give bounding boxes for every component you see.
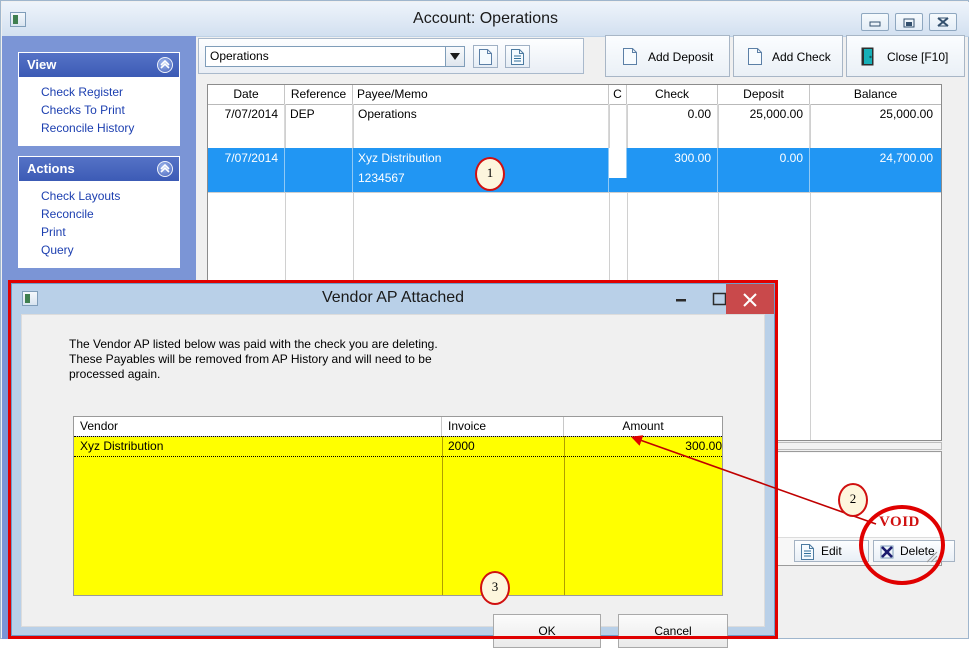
cell-balance: 25,000.00 bbox=[879, 107, 933, 121]
column-header-deposit[interactable]: Deposit bbox=[718, 85, 810, 104]
cell-c bbox=[609, 104, 627, 148]
ok-button[interactable]: OK bbox=[493, 614, 601, 648]
add-deposit-label: Add Deposit bbox=[648, 50, 714, 64]
vendor-ap-grid[interactable]: Vendor Invoice Amount Xyz Distribution 2… bbox=[73, 416, 723, 596]
edit-document-icon bbox=[801, 544, 814, 563]
dialog-message-line-2: These Payables will be removed from AP H… bbox=[69, 352, 432, 366]
close-f10-button[interactable]: Close [F10] bbox=[846, 35, 965, 77]
exit-door-icon bbox=[861, 47, 876, 69]
sidebar-panel-actions: Actions Check Layouts Reconcile Print Qu… bbox=[18, 156, 180, 268]
cancel-button[interactable]: Cancel bbox=[618, 614, 728, 648]
column-header-amount[interactable]: Amount bbox=[564, 417, 722, 436]
sidebar-item-checks-to-print[interactable]: Checks To Print bbox=[19, 101, 179, 119]
cell-reference bbox=[285, 148, 353, 192]
column-header-check[interactable]: Check bbox=[627, 85, 718, 104]
cell-balance: 24,700.00 bbox=[879, 151, 933, 165]
cell-c bbox=[609, 148, 627, 178]
column-header-vendor[interactable]: Vendor bbox=[74, 417, 442, 436]
void-annotation-label: VOID bbox=[879, 514, 920, 530]
maximize-icon[interactable] bbox=[895, 13, 923, 31]
main-window-titlebar: Account: Operations bbox=[2, 2, 969, 37]
new-document-icon[interactable] bbox=[473, 45, 498, 68]
add-check-button[interactable]: Add Check bbox=[733, 35, 843, 77]
sidebar-panel-view-body: Check Register Checks To Print Reconcile… bbox=[19, 77, 179, 145]
dialog-body: The Vendor AP listed below was paid with… bbox=[21, 314, 765, 648]
document-icon bbox=[623, 48, 637, 68]
column-header-c[interactable]: C bbox=[609, 85, 627, 104]
callout-2: 2 bbox=[838, 483, 868, 517]
table-row[interactable]: 7/07/2014 DEP Operations 0.00 25,000.00 … bbox=[208, 104, 941, 148]
minimize-icon[interactable] bbox=[861, 13, 889, 31]
dialog-message-line-3: processed again. bbox=[69, 367, 161, 381]
cell-date: 7/07/2014 bbox=[208, 148, 285, 192]
column-header-payee-memo[interactable]: Payee/Memo bbox=[353, 85, 609, 104]
document-icon bbox=[748, 48, 762, 68]
column-header-invoice[interactable]: Invoice bbox=[442, 417, 564, 436]
callout-1: 1 bbox=[475, 157, 505, 191]
sidebar-panel-view-header[interactable]: View bbox=[19, 53, 179, 77]
column-header-date[interactable]: Date bbox=[208, 85, 285, 104]
cell-amount: 300.00 bbox=[685, 439, 722, 453]
cell-date: 7/07/2014 bbox=[208, 104, 285, 148]
minimize-icon[interactable] bbox=[662, 284, 700, 314]
column-header-reference[interactable]: Reference bbox=[285, 85, 353, 104]
account-select-value: Operations bbox=[210, 49, 269, 63]
sidebar-item-reconcile-history[interactable]: Reconcile History bbox=[19, 119, 179, 137]
close-icon[interactable] bbox=[726, 284, 774, 314]
close-f10-label: Close [F10] bbox=[887, 50, 949, 64]
cell-deposit: 25,000.00 bbox=[718, 104, 810, 148]
add-check-label: Add Check bbox=[772, 50, 831, 64]
edit-button[interactable]: Edit bbox=[794, 540, 869, 562]
dialog-titlebar: Vendor AP Attached bbox=[12, 284, 774, 314]
sidebar-item-reconcile[interactable]: Reconcile bbox=[19, 205, 179, 223]
table-row[interactable]: 7/07/2014 Xyz Distribution 1234567 300.0… bbox=[208, 148, 941, 193]
edit-button-label: Edit bbox=[821, 544, 842, 558]
vendor-ap-grid-header: Vendor Invoice Amount bbox=[74, 417, 722, 437]
sidebar-panel-view-title: View bbox=[27, 57, 57, 72]
column-header-balance[interactable]: Balance bbox=[810, 85, 941, 104]
sidebar-item-check-layouts[interactable]: Check Layouts bbox=[19, 187, 179, 205]
cell-check: 300.00 bbox=[627, 148, 718, 192]
callout-3: 3 bbox=[480, 571, 510, 605]
chevron-up-icon[interactable] bbox=[157, 161, 173, 177]
cell-payee: Operations bbox=[353, 104, 609, 148]
sidebar-item-check-register[interactable]: Check Register bbox=[19, 83, 179, 101]
sidebar-panel-actions-header[interactable]: Actions bbox=[19, 157, 179, 181]
chevron-down-icon[interactable] bbox=[445, 47, 464, 66]
vendor-ap-attached-dialog: Vendor AP Attached The Vendor AP listed … bbox=[11, 283, 775, 648]
account-select[interactable]: Operations bbox=[205, 46, 465, 67]
sidebar-item-print[interactable]: Print bbox=[19, 223, 179, 241]
sidebar-item-query[interactable]: Query bbox=[19, 241, 179, 259]
sidebar-panel-actions-body: Check Layouts Reconcile Print Query bbox=[19, 181, 179, 267]
cell-reference: DEP bbox=[285, 104, 353, 148]
close-icon[interactable] bbox=[929, 13, 957, 31]
cell-invoice: 2000 bbox=[448, 439, 475, 453]
cell-vendor: Xyz Distribution bbox=[80, 439, 164, 453]
dialog-title: Vendor AP Attached bbox=[321, 289, 465, 306]
account-toolbar: Operations bbox=[198, 38, 584, 74]
cell-check: 0.00 bbox=[627, 104, 718, 148]
page-title: Account: Operations bbox=[413, 10, 558, 27]
register-grid-header: Date Reference Payee/Memo C Check Deposi… bbox=[208, 85, 941, 105]
dialog-message-line-1: The Vendor AP listed below was paid with… bbox=[69, 337, 438, 351]
sidebar-panel-view: View Check Register Checks To Print Reco… bbox=[18, 52, 180, 146]
edit-document-icon[interactable] bbox=[505, 45, 530, 68]
add-deposit-button[interactable]: Add Deposit bbox=[605, 35, 730, 77]
sidebar-panel-actions-title: Actions bbox=[27, 161, 75, 176]
action-toolbar: Add Deposit Add Check Close [F10] bbox=[605, 35, 965, 77]
chevron-up-icon[interactable] bbox=[157, 57, 173, 73]
cell-deposit: 0.00 bbox=[718, 148, 810, 192]
table-row[interactable]: Xyz Distribution 2000 300.00 bbox=[74, 436, 722, 457]
